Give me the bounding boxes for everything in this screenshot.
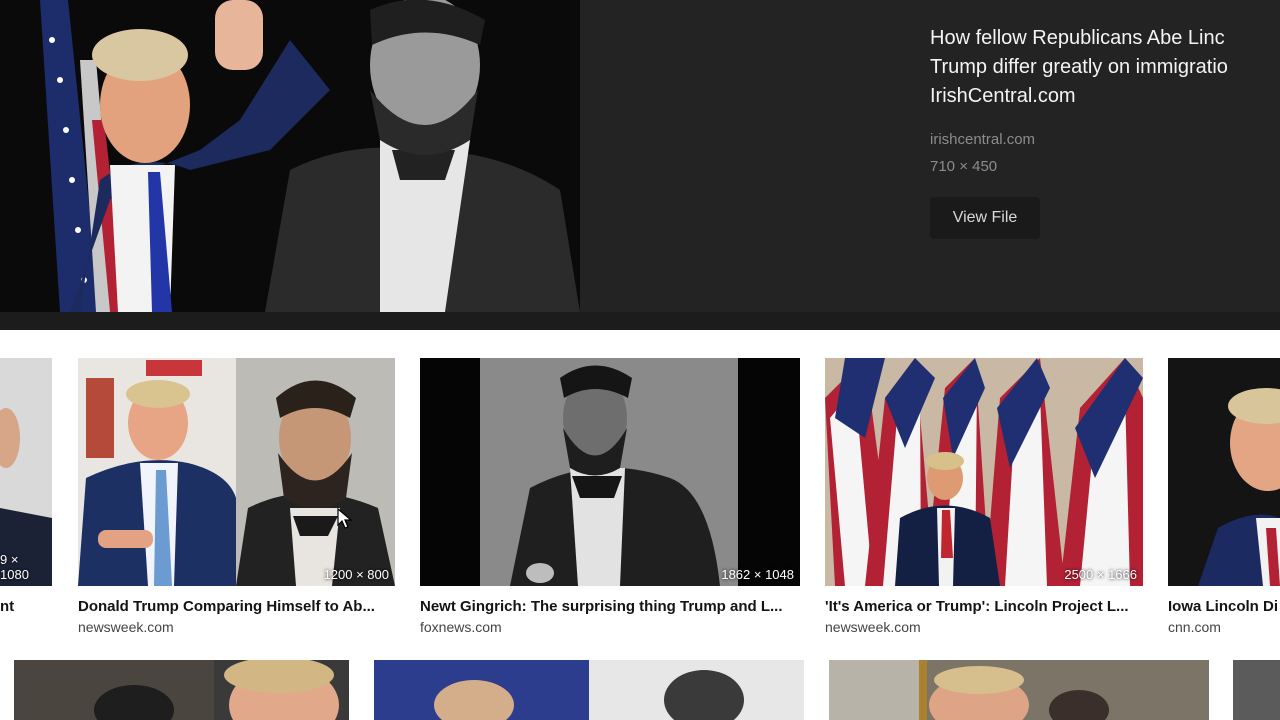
result-card[interactable]: 9 × 1080 nt — [0, 358, 60, 648]
result-source[interactable]: newsweek.com — [825, 619, 1147, 635]
result-source[interactable]: cnn.com — [1168, 619, 1280, 635]
preview-image-dimensions: 710 × 450 — [930, 158, 998, 175]
result-card[interactable]: 1862 × 1048 Newt Gingrich: The surprisin… — [420, 358, 805, 648]
preview-source-domain[interactable]: irishcentral.com — [930, 131, 1035, 148]
thumbnail-dimensions: 9 × 1080 — [0, 552, 29, 582]
result-thumbnail[interactable]: 1862 × 1048 — [420, 358, 800, 586]
result-caption[interactable]: nt — [0, 598, 60, 615]
result-caption[interactable]: Donald Trump Comparing Himself to Ab... — [78, 598, 398, 615]
preview-title[interactable]: How fellow Republicans Abe Linc Trump di… — [930, 24, 1280, 111]
result-row-partial — [0, 660, 1280, 720]
preview-image[interactable] — [0, 0, 580, 312]
result-thumbnail[interactable]: 1200 × 800 — [78, 358, 395, 586]
result-card[interactable]: 1200 × 800 Donald Trump Comparing Himsel… — [78, 358, 398, 648]
thumbnail-dimensions: 1200 × 800 — [323, 567, 389, 582]
result-caption[interactable]: 'It's America or Trump': Lincoln Project… — [825, 598, 1147, 615]
result-thumbnail[interactable]: 2500 × 1666 — [825, 358, 1143, 586]
result-caption[interactable]: Newt Gingrich: The surprising thing Trum… — [420, 598, 805, 615]
view-file-button[interactable]: View File — [930, 197, 1040, 239]
result-thumbnail[interactable] — [1233, 660, 1280, 720]
thumbnail-dimensions: 2500 × 1666 — [1064, 567, 1137, 582]
result-caption[interactable]: Iowa Lincoln Di — [1168, 598, 1280, 615]
result-source[interactable]: newsweek.com — [78, 619, 398, 635]
mouse-cursor-icon — [337, 508, 353, 529]
result-thumbnail[interactable]: 9 × 1080 — [0, 358, 52, 586]
result-thumbnail[interactable] — [374, 660, 804, 720]
preview-panel-divider — [0, 312, 1280, 330]
thumbnail-dimensions: 1862 × 1048 — [721, 567, 794, 582]
result-thumbnail[interactable] — [14, 660, 349, 720]
image-preview-panel: How fellow Republicans Abe Linc Trump di… — [0, 0, 1280, 312]
result-thumbnail[interactable] — [829, 660, 1209, 720]
result-source[interactable]: foxnews.com — [420, 619, 805, 635]
result-thumbnail[interactable] — [1168, 358, 1280, 586]
result-card[interactable]: 2500 × 1666 'It's America or Trump': Lin… — [825, 358, 1147, 648]
result-card[interactable]: Iowa Lincoln Di cnn.com — [1168, 358, 1280, 648]
